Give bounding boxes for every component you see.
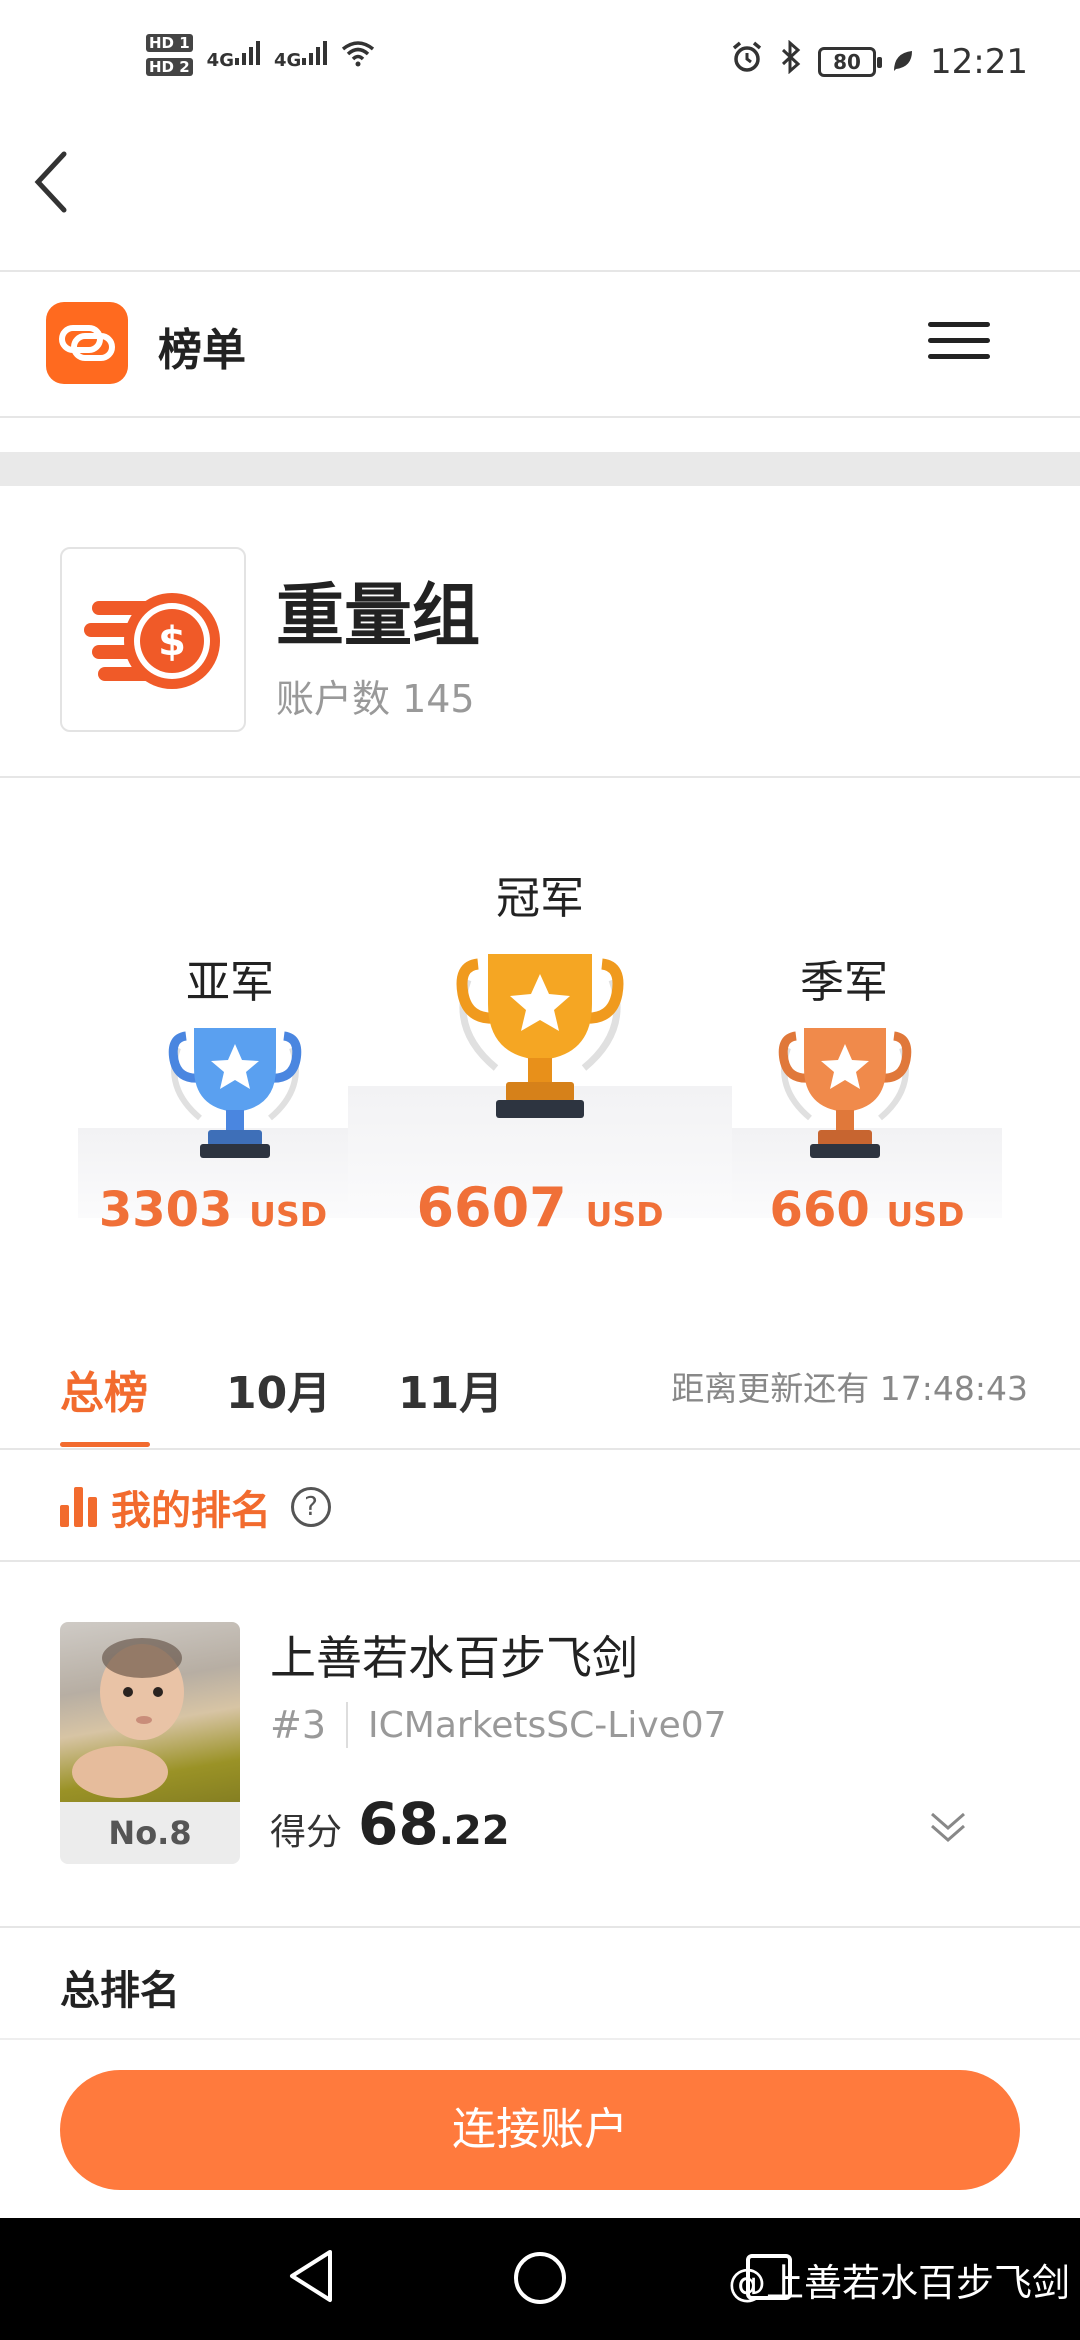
- divider: [0, 416, 1080, 418]
- divider: [0, 1448, 1080, 1450]
- tab-active-indicator: [60, 1442, 150, 1447]
- bar-chart-icon: [60, 1487, 97, 1527]
- account-count: 账户数 145: [276, 677, 475, 721]
- total-rank-title: 总排名: [60, 1968, 180, 2014]
- menu-button[interactable]: [928, 322, 990, 362]
- bluetooth-icon: [780, 39, 802, 83]
- hd2-badge: HD 2: [146, 58, 193, 76]
- my-rank-header: 我的排名 ?: [60, 1478, 331, 1536]
- hd1-badge: HD 1: [146, 34, 193, 52]
- section-separator: [0, 452, 1080, 486]
- chevron-left-icon: [34, 151, 67, 213]
- page-title: 榜单: [158, 325, 246, 376]
- group-icon: $: [60, 547, 246, 732]
- clock-time: 12:21: [930, 41, 1028, 82]
- avatar: [60, 1622, 240, 1802]
- podium: 亚军 冠军 季军 3303 USD 6607 USD 660 USD: [0, 780, 1080, 1280]
- my-rank-label: 我的排名: [111, 1488, 271, 1534]
- connect-account-button[interactable]: 连接账户: [60, 2070, 1020, 2190]
- status-left: HD 1 HD 2 4G 4G: [146, 34, 375, 76]
- score-decimal: .22: [438, 1808, 510, 1854]
- rank-position-badge: No.8: [60, 1802, 240, 1864]
- meta-separator: [346, 1702, 349, 1748]
- divider: [0, 1560, 1080, 1562]
- status-bar: HD 1 HD 2 4G 4G 80 12:21: [0, 0, 1080, 130]
- tab-november[interactable]: 11月: [398, 1357, 503, 1421]
- update-countdown: 距离更新还有 17:48:43: [671, 1369, 1028, 1408]
- leaf-icon: [892, 42, 914, 82]
- menu-icon-bar: [928, 322, 990, 327]
- third-amount: 660 USD: [769, 1182, 965, 1238]
- signal-1-icon: 4G: [207, 40, 260, 71]
- user-server: ICMarketsSC-Live07: [368, 1704, 727, 1746]
- user-name: 上善若水百步飞剑: [270, 1631, 638, 1685]
- divider: [0, 776, 1080, 778]
- third-label: 季军: [800, 957, 888, 1008]
- coin-icon: $: [84, 593, 220, 689]
- signal-2-icon: 4G: [274, 40, 328, 71]
- battery-icon: 80: [818, 46, 883, 77]
- silver-trophy-icon: [168, 1028, 302, 1158]
- user-score: 得分 68 .22: [270, 1790, 510, 1858]
- chevron-double-down-icon: [931, 1812, 965, 1842]
- bronze-trophy-icon: [778, 1028, 912, 1158]
- divider: [0, 1926, 1080, 1928]
- first-amount: 6607 USD: [416, 1176, 664, 1239]
- help-icon[interactable]: ?: [291, 1487, 331, 1527]
- gold-trophy-icon: [456, 954, 624, 1118]
- watermark: @上善若水百步飞剑: [727, 2261, 1070, 2305]
- score-integer: 68: [358, 1790, 439, 1858]
- second-label: 亚军: [186, 957, 274, 1008]
- user-rank-hash: #3: [270, 1703, 327, 1747]
- divider: [0, 270, 1080, 272]
- back-button[interactable]: [30, 150, 90, 230]
- user-meta: #3 ICMarketsSC-Live07: [270, 1702, 727, 1748]
- score-label: 得分: [270, 1812, 343, 1853]
- tab-october[interactable]: 10月: [226, 1357, 331, 1421]
- nav-home-icon[interactable]: [512, 2250, 568, 2306]
- avatar-photo: [72, 1638, 184, 1798]
- first-label: 冠军: [496, 873, 584, 924]
- link-icon: [59, 325, 115, 361]
- status-right: 80 12:21: [730, 39, 1028, 83]
- second-amount: 3303 USD: [98, 1182, 328, 1238]
- svg-text:$: $: [158, 619, 186, 665]
- wifi-icon: [341, 39, 375, 72]
- app-logo: [46, 302, 128, 384]
- nav-back-icon[interactable]: [286, 2248, 336, 2304]
- expand-button[interactable]: [928, 1808, 968, 1848]
- tab-total[interactable]: 总榜: [60, 1357, 148, 1421]
- alarm-icon: [730, 40, 764, 83]
- group-name: 重量组: [276, 577, 481, 656]
